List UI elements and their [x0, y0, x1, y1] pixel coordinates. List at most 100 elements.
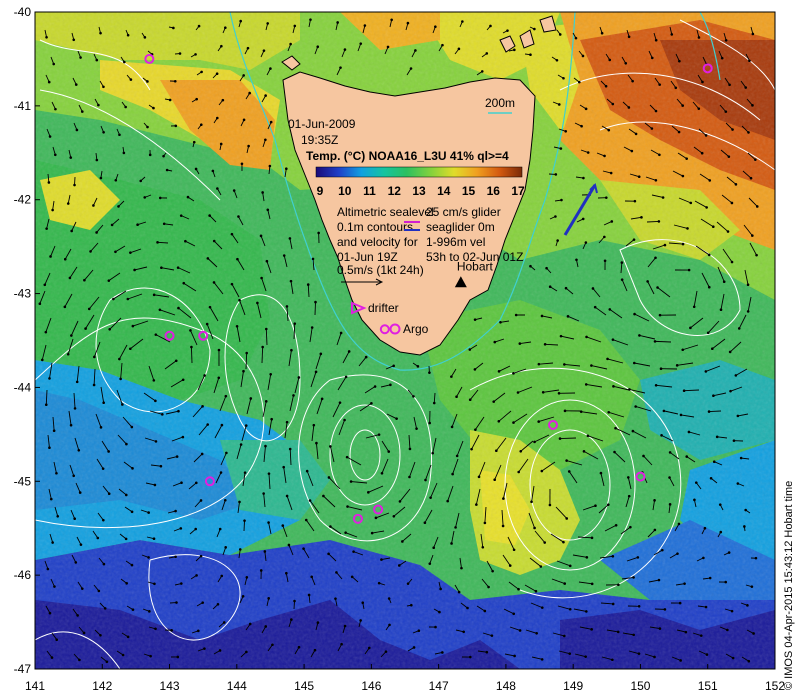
y-tick-label: -45 [14, 474, 32, 488]
velocity-arrow-head [429, 496, 432, 499]
velocity-arrow-head [439, 587, 442, 591]
velocity-arrow-head [658, 627, 662, 630]
velocity-arrow-head [218, 527, 222, 531]
velocity-arrow-head [129, 251, 132, 254]
velocity-arrow-head [517, 587, 520, 591]
velocity-arrow-head [455, 454, 459, 458]
velocity-arrow-head [77, 449, 81, 452]
velocity-arrow-head [281, 524, 285, 527]
velocity-arrow-head [329, 445, 332, 448]
velocity-arrow-head [53, 585, 56, 588]
velocity-arrow-head [513, 654, 516, 658]
velocity-arrow-head [201, 601, 205, 604]
velocity-arrow-head [264, 444, 267, 448]
velocity-arrow-head [311, 257, 315, 261]
velocity-arrow-head [152, 293, 156, 297]
velocity-arrow-head [736, 482, 740, 485]
velocity-arrow-head [529, 264, 532, 268]
velocity-arrow-head [147, 511, 150, 514]
velocity-arrow-head [534, 589, 538, 593]
velocity-arrow-head [684, 630, 688, 634]
velocity-arrow-head [194, 53, 197, 56]
velocity-arrow-head [107, 492, 111, 496]
velocity-arrow-head [218, 649, 222, 652]
velocity-arrow-head [699, 634, 703, 637]
velocity-arrow-head [739, 456, 743, 460]
velocity-arrow-head [73, 407, 77, 410]
velocity-arrow-head [162, 222, 166, 226]
velocity-arrow-head [564, 286, 568, 290]
velocity-arrow-head [220, 574, 224, 578]
velocity-arrow-head [495, 449, 498, 453]
velocity-arrow-head [580, 124, 583, 128]
velocity-arrow-head [49, 497, 53, 501]
velocity-arrow-head [217, 348, 221, 352]
velocity-arrow-head [395, 417, 398, 420]
velocity-arrow-head [180, 481, 183, 485]
velocity-arrow-head [114, 250, 117, 254]
velocity-arrow-head [653, 499, 656, 502]
velocity-arrow-head [744, 508, 747, 512]
velocity-arrow-head [352, 550, 355, 553]
velocity-arrow-head [610, 220, 614, 223]
velocity-arrow-head [148, 610, 151, 613]
velocity-arrow-head [398, 500, 402, 503]
velocity-arrow-head [63, 305, 67, 309]
velocity-arrow-head [582, 176, 585, 180]
velocity-arrow-head [428, 562, 432, 565]
velocity-arrow-head [154, 627, 157, 631]
velocity-arrow-head [343, 624, 347, 628]
velocity-arrow-head [493, 340, 497, 344]
velocity-arrow-head [242, 118, 246, 122]
velocity-arrow-head [408, 447, 412, 451]
velocity-arrow-head [474, 428, 477, 431]
velocity-arrow-head [316, 45, 320, 49]
velocity-arrow-head [656, 286, 659, 289]
velocity-arrow-head [192, 140, 196, 144]
velocity-arrow-head [590, 628, 593, 631]
velocity-arrow-head [584, 241, 588, 244]
velocity-arrow-head [560, 198, 563, 202]
velocity-arrow-head [654, 383, 658, 387]
velocity-arrow-head [497, 370, 501, 373]
velocity-arrow-head [533, 27, 536, 31]
velocity-arrow-head [564, 129, 568, 133]
velocity-arrow-head [239, 443, 243, 446]
velocity-arrow-head [282, 254, 286, 257]
velocity-arrow-head [182, 281, 186, 285]
velocity-arrow-head [734, 374, 738, 377]
velocity-arrow-head [289, 42, 292, 46]
velocity-arrow-head [574, 36, 578, 40]
velocity-arrow-head [455, 395, 458, 399]
velocity-arrow-head [718, 503, 722, 506]
velocity-arrow-head [661, 196, 665, 199]
velocity-arrow-head [727, 551, 731, 554]
velocity-arrow-head [285, 305, 289, 308]
x-tick-label: 147 [429, 679, 449, 693]
velocity-arrow-head [633, 199, 637, 203]
velocity-arrow-head [679, 413, 683, 417]
argo-label: Argo [403, 322, 429, 336]
velocity-arrow-head [750, 585, 754, 588]
velocity-arrow-head [99, 634, 102, 637]
contour-note-line-1: Altimetric sealevel [337, 205, 434, 219]
velocity-arrow-head [660, 434, 663, 437]
velocity-arrow-head [336, 21, 339, 24]
velocity-arrow-head [590, 536, 594, 540]
velocity-arrow-head [52, 429, 56, 433]
velocity-arrow-head [293, 322, 297, 325]
velocity-arrow-head [728, 350, 732, 354]
velocity-arrow-head [370, 531, 374, 535]
velocity-arrow-head [746, 283, 750, 287]
velocity-arrow-head [174, 359, 178, 363]
velocity-arrow-head [172, 26, 175, 30]
velocity-arrow-head [55, 638, 59, 641]
velocity-arrow-head [285, 571, 288, 575]
velocity-arrow-head [689, 201, 693, 205]
velocity-arrow-head [238, 548, 242, 551]
velocity-arrow-head [304, 518, 308, 522]
velocity-arrow-head [627, 494, 631, 498]
velocity-arrow-head [540, 314, 544, 318]
velocity-arrow-head [480, 70, 484, 73]
velocity-arrow-head [195, 574, 198, 577]
